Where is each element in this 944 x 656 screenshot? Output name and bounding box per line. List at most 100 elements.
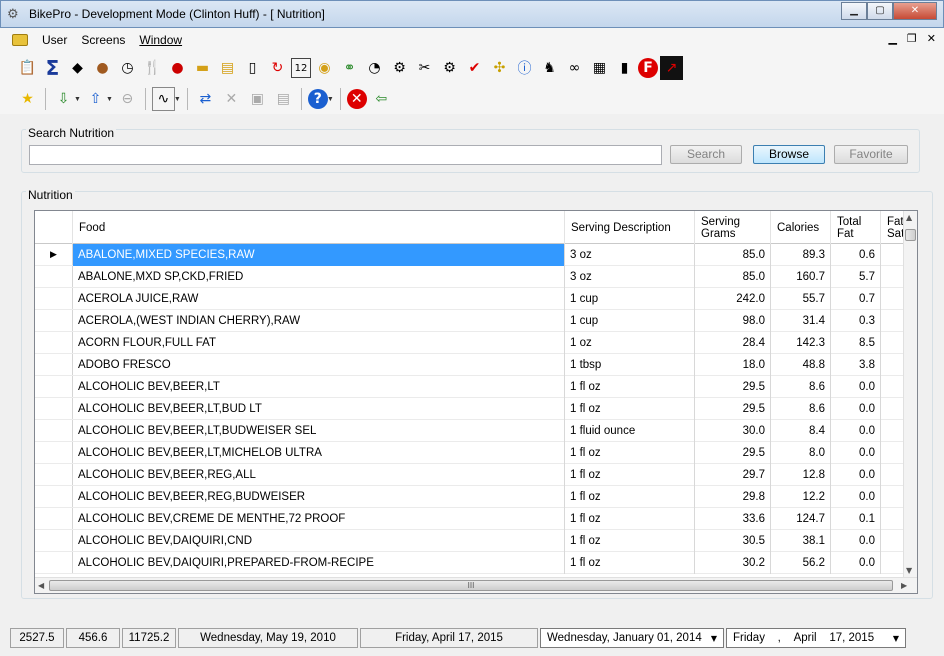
table-cell[interactable]: 29.5: [695, 398, 771, 420]
table-cell[interactable]: [881, 398, 905, 420]
row-header[interactable]: ▶: [35, 244, 73, 265]
table-cell[interactable]: 18.0: [695, 354, 771, 376]
date-picker-1[interactable]: Wednesday, January 01, 2014 ▼: [540, 628, 724, 648]
table-cell[interactable]: ALCOHOLIC BEV,DAIQUIRI,CND: [73, 530, 565, 552]
row-header[interactable]: [35, 530, 73, 551]
scroll-left-icon[interactable]: ◀: [38, 581, 44, 590]
table-cell[interactable]: 0.0: [831, 486, 881, 508]
table-cell[interactable]: 1 oz: [565, 332, 695, 354]
column-header[interactable]: Food: [73, 211, 565, 244]
help-icon[interactable]: ?: [307, 89, 328, 109]
row-header[interactable]: [35, 508, 73, 529]
import-icon[interactable]: ⇩: [52, 87, 75, 111]
vertical-scrollbar[interactable]: ▲ ▼: [903, 211, 917, 577]
table-cell[interactable]: 29.7: [695, 464, 771, 486]
cancel-icon[interactable]: ✕: [346, 89, 367, 109]
vertical-scroll-thumb[interactable]: [905, 229, 916, 241]
menu-user[interactable]: User: [42, 33, 67, 47]
column-header[interactable]: Total Fat: [831, 211, 881, 244]
back-icon[interactable]: ⊖: [116, 87, 139, 111]
calendar-icon[interactable]: 12: [291, 58, 311, 78]
table-row[interactable]: ALCOHOLIC BEV,BEER,LT,BUDWEISER SEL 1 flu…: [35, 420, 905, 442]
table-cell[interactable]: [881, 464, 905, 486]
table-cell[interactable]: 56.2: [771, 552, 831, 574]
table-cell[interactable]: [881, 442, 905, 464]
table-row[interactable]: ABALONE,MXD SP,CKD,FRIED 3 oz 85.0 160.7 5.7: [35, 266, 905, 288]
table-cell[interactable]: ABALONE,MIXED SPECIES,RAW: [73, 244, 565, 266]
row-header[interactable]: [35, 310, 73, 331]
table-cell[interactable]: 3 oz: [565, 244, 695, 266]
stopwatch-icon[interactable]: ◷: [116, 56, 139, 80]
chart-icon[interactable]: ∿: [151, 87, 175, 111]
table-cell[interactable]: 1 fl oz: [565, 464, 695, 486]
table-cell[interactable]: 0.6: [831, 244, 881, 266]
table-cell[interactable]: 0.0: [831, 420, 881, 442]
table-cell[interactable]: 8.5: [831, 332, 881, 354]
table-cell[interactable]: 1 cup: [565, 288, 695, 310]
table-cell[interactable]: 31.4: [771, 310, 831, 332]
table-cell[interactable]: [881, 420, 905, 442]
horizontal-scroll-thumb[interactable]: III: [49, 580, 893, 591]
search-button[interactable]: Search: [670, 145, 742, 164]
table-cell[interactable]: 30.5: [695, 530, 771, 552]
info-icon[interactable]: ⓘ: [513, 56, 536, 80]
table-cell[interactable]: 0.1: [831, 508, 881, 530]
table-row[interactable]: ▶ ABALONE,MIXED SPECIES,RAW 3 oz 85.0 89.3 0.…: [35, 244, 905, 266]
table-cell[interactable]: 8.6: [771, 398, 831, 420]
table-cell[interactable]: 29.5: [695, 376, 771, 398]
menu-screens[interactable]: Screens: [81, 33, 125, 47]
weight-icon[interactable]: ◆: [66, 56, 89, 80]
favorite-button[interactable]: Favorite: [834, 145, 908, 164]
table-cell[interactable]: 1 fl oz: [565, 552, 695, 574]
close-button[interactable]: ✕: [893, 2, 937, 20]
table-cell[interactable]: 1 fl oz: [565, 530, 695, 552]
fork-knife-icon[interactable]: 🍴: [141, 56, 164, 80]
table-cell[interactable]: 0.0: [831, 442, 881, 464]
table-cell[interactable]: [881, 288, 905, 310]
row-header[interactable]: [35, 398, 73, 419]
table-cell[interactable]: ADOBO FRESCO: [73, 354, 565, 376]
column-header[interactable]: Fat Sat: [881, 211, 905, 244]
refresh-red-icon[interactable]: ↻: [266, 56, 289, 80]
bike-parts-icon[interactable]: ⚙: [388, 56, 411, 80]
table-cell[interactable]: 142.3: [771, 332, 831, 354]
table-cell[interactable]: [881, 376, 905, 398]
table-cell[interactable]: [881, 486, 905, 508]
table-cell[interactable]: 0.3: [831, 310, 881, 332]
row-header[interactable]: [35, 376, 73, 397]
table-cell[interactable]: [881, 310, 905, 332]
gauge-icon[interactable]: ◔: [363, 56, 386, 80]
column-header[interactable]: Serving Grams: [695, 211, 771, 244]
table-cell[interactable]: ACEROLA,(WEST INDIAN CHERRY),RAW: [73, 310, 565, 332]
table-cell[interactable]: ACEROLA JUICE,RAW: [73, 288, 565, 310]
chevron-down-icon[interactable]: ▼: [74, 96, 81, 103]
person-icon[interactable]: ●: [91, 56, 114, 80]
table-row[interactable]: ALCOHOLIC BEV,DAIQUIRI,PREPARED-FROM-REC…: [35, 552, 905, 574]
table-cell[interactable]: [881, 552, 905, 574]
table-cell[interactable]: 1 fl oz: [565, 508, 695, 530]
report-icon[interactable]: 📋: [16, 56, 39, 80]
table-cell[interactable]: 1 cup: [565, 310, 695, 332]
row-header[interactable]: [35, 332, 73, 353]
medal-icon[interactable]: ◉: [313, 56, 336, 80]
scroll-down-icon[interactable]: ▼: [906, 566, 912, 575]
table-cell[interactable]: 89.3: [771, 244, 831, 266]
chart-red-icon[interactable]: ↗: [660, 56, 683, 80]
table-cell[interactable]: 0.0: [831, 376, 881, 398]
table-cell[interactable]: 29.5: [695, 442, 771, 464]
table-row[interactable]: ALCOHOLIC BEV,BEER,REG,ALL 1 fl oz 29.7 12.…: [35, 464, 905, 486]
check-icon[interactable]: ✔: [463, 56, 486, 80]
table-cell[interactable]: ALCOHOLIC BEV,BEER,LT,BUDWEISER SEL: [73, 420, 565, 442]
chevron-down-icon[interactable]: ▼: [106, 96, 113, 103]
table-cell[interactable]: 98.0: [695, 310, 771, 332]
table-cell[interactable]: 1 tbsp: [565, 354, 695, 376]
table-cell[interactable]: 0.0: [831, 464, 881, 486]
sigma-icon[interactable]: Σ: [41, 56, 64, 80]
table-cell[interactable]: 3.8: [831, 354, 881, 376]
exit-icon[interactable]: ⇦: [370, 87, 393, 111]
table-cell[interactable]: 1 fl oz: [565, 442, 695, 464]
menu-window[interactable]: Window: [139, 33, 182, 47]
animal-icon[interactable]: ♞: [538, 56, 561, 80]
tools-icon[interactable]: ✂: [413, 56, 436, 80]
table-row[interactable]: ACEROLA,(WEST INDIAN CHERRY),RAW 1 cup 98.…: [35, 310, 905, 332]
